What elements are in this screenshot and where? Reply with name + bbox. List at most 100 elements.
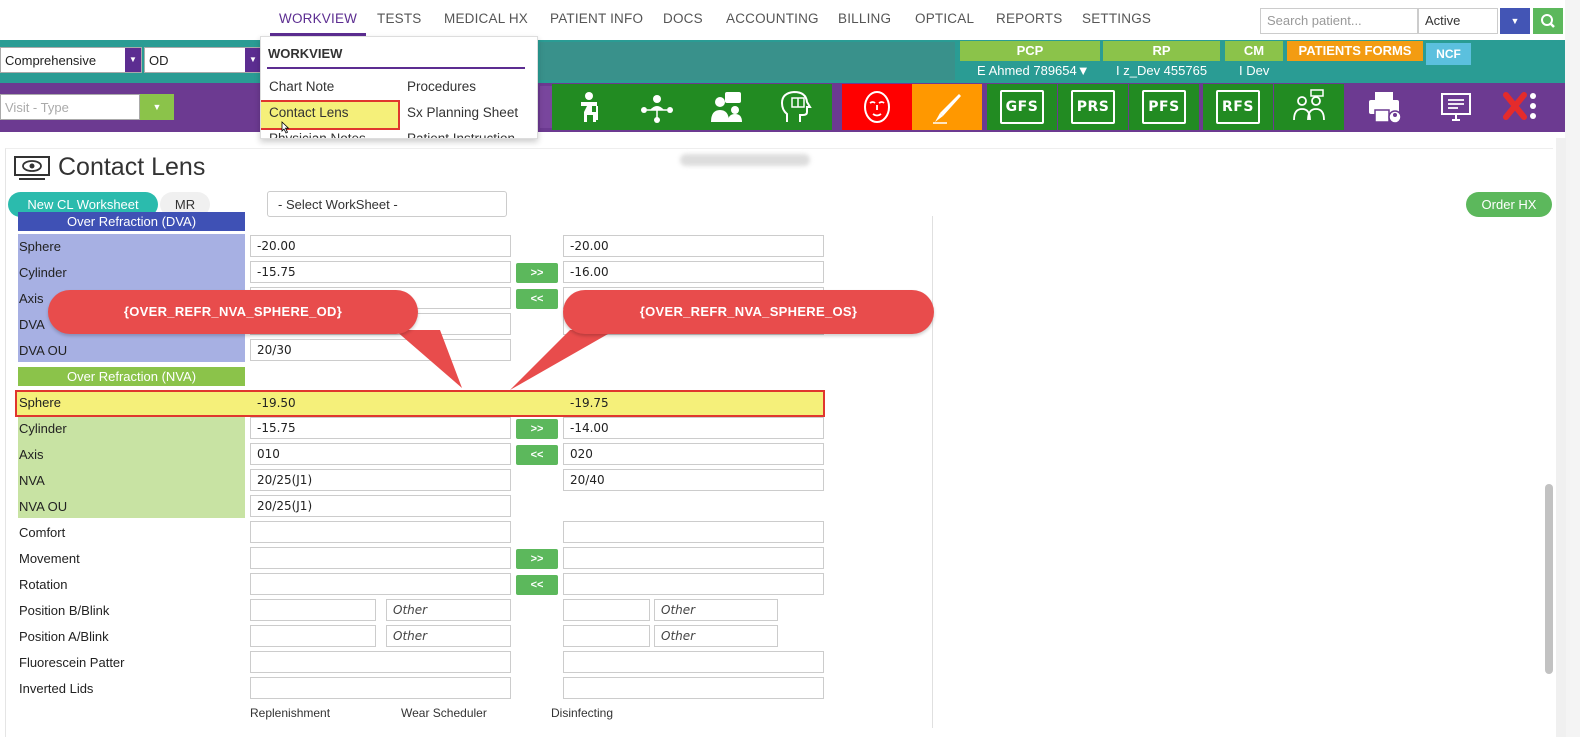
search-button[interactable] (1533, 8, 1563, 34)
nva-sphere-od-field[interactable]: -19.50 (250, 392, 511, 414)
position-a-blink-od-other[interactable]: Other (386, 625, 511, 647)
content-scrollbar-track[interactable] (1556, 138, 1566, 737)
prs-icon[interactable]: PRS (1058, 84, 1128, 130)
nva-ou-field[interactable]: 20/25(J1) (250, 495, 511, 517)
copy-left-button[interactable]: << (516, 289, 558, 309)
close-menu-icon[interactable] (1490, 84, 1550, 130)
order-hx-button[interactable]: Order HX (1466, 192, 1552, 217)
nav-optical[interactable]: OPTICAL (915, 11, 974, 26)
nav-medical-hx[interactable]: MEDICAL HX (444, 11, 528, 26)
rotation-os-field[interactable] (563, 573, 824, 595)
dropdown-divider (267, 67, 525, 69)
gfs-icon[interactable]: GFS (987, 84, 1057, 130)
nva-axis-od-field[interactable]: 010 (250, 443, 511, 465)
pcp-value[interactable]: E Ahmed 789654▼ (977, 63, 1090, 78)
network-person-icon[interactable] (622, 84, 692, 130)
movement-od-field[interactable] (250, 547, 511, 569)
nav-accounting[interactable]: ACCOUNTING (726, 11, 819, 26)
nva-nva-label: NVA (19, 473, 45, 488)
nva-cylinder-os-field[interactable]: -14.00 (563, 417, 824, 439)
nav-reports[interactable]: REPORTS (996, 11, 1062, 26)
head-book-icon[interactable] (762, 84, 832, 130)
patient-walker-icon[interactable] (552, 84, 622, 130)
comfort-os-field[interactable] (563, 521, 824, 543)
eye-value: OD (149, 53, 169, 68)
position-b-blink-os-field[interactable] (563, 599, 650, 621)
copy-right-button[interactable]: >> (516, 549, 558, 569)
nva-cylinder-od-field[interactable]: -15.75 (250, 417, 511, 439)
dva-cylinder-label: Cylinder (19, 265, 67, 280)
copy-right-button[interactable]: >> (516, 419, 558, 439)
nav-billing[interactable]: BILLING (838, 11, 891, 26)
nav-docs[interactable]: DOCS (663, 11, 703, 26)
rfs-icon[interactable]: RFS (1203, 84, 1273, 130)
fluorescein-os-field[interactable] (563, 651, 824, 673)
comfort-od-field[interactable] (250, 521, 511, 543)
nva-axis-os-field[interactable]: 020 (563, 443, 824, 465)
gfs-label: GFS (999, 90, 1045, 124)
menu-item-patient-instruction[interactable]: Patient Instruction (407, 131, 515, 138)
page-title: Contact Lens (58, 153, 206, 181)
fluorescein-od-field[interactable] (250, 651, 511, 673)
pfs-icon[interactable]: PFS (1129, 84, 1199, 130)
worksheet-select[interactable]: - Select WorkSheet - (267, 191, 507, 217)
position-b-blink-os-other[interactable]: Other (654, 599, 778, 621)
window-scrollbar[interactable] (1565, 0, 1580, 737)
nav-workview[interactable]: WORKVIEW (279, 11, 357, 26)
inverted-lids-os-field[interactable] (563, 677, 824, 699)
content-scrollbar-thumb[interactable] (1545, 484, 1553, 674)
copy-left-button[interactable]: << (516, 575, 558, 595)
position-a-blink-os-field[interactable] (563, 625, 650, 647)
menu-item-procedures[interactable]: Procedures (407, 79, 476, 94)
chevron-down-icon[interactable]: ▼ (1500, 8, 1530, 34)
ncf-button[interactable]: NCF (1426, 43, 1471, 65)
nva-nva-od-field[interactable]: 20/25(J1) (250, 469, 511, 491)
position-a-blink-os-other[interactable]: Other (654, 625, 778, 647)
movement-label: Movement (19, 551, 80, 566)
movement-os-field[interactable] (563, 547, 824, 569)
fluorescein-label: Fluorescein Patter (19, 655, 125, 670)
status-select[interactable]: Active (1418, 8, 1498, 34)
exam-type-value: Comprehensive (5, 53, 97, 68)
eye-select[interactable]: OD ▼ (144, 47, 262, 73)
chevron-down-icon: ▼ (125, 48, 141, 72)
nva-nva-os-field[interactable]: 20/40 (563, 469, 824, 491)
nav-settings[interactable]: SETTINGS (1082, 11, 1151, 26)
copy-left-button[interactable]: << (516, 445, 558, 465)
rotation-od-field[interactable] (250, 573, 511, 595)
printer-user-icon[interactable] (1350, 84, 1420, 130)
position-b-blink-od-field[interactable] (250, 599, 376, 621)
nav-tests[interactable]: TESTS (377, 11, 422, 26)
top-nav: WORKVIEW TESTS MEDICAL HX PATIENT INFO D… (0, 0, 1580, 40)
column-divider (932, 216, 933, 728)
position-b-blink-label: Position B/Blink (19, 603, 110, 618)
monitor-document-icon[interactable] (1421, 84, 1491, 130)
menu-item-sx-planning-sheet[interactable]: Sx Planning Sheet (407, 105, 518, 120)
menu-item-chart-note[interactable]: Chart Note (269, 79, 334, 94)
dva-cylinder-os-field[interactable]: -16.00 (563, 261, 824, 283)
dva-sphere-od-field[interactable]: -20.00 (250, 235, 511, 257)
chevron-down-icon[interactable]: ▼ (140, 94, 174, 120)
consult-chat-icon[interactable] (692, 84, 762, 130)
position-a-blink-od-field[interactable] (250, 625, 376, 647)
face-icon[interactable] (842, 84, 912, 130)
dva-axis-label: Axis (19, 291, 44, 306)
inverted-lids-od-field[interactable] (250, 677, 511, 699)
scalpel-icon[interactable] (912, 84, 982, 130)
nva-sphere-os-field[interactable]: -19.75 (563, 392, 824, 414)
doctor-patient-icon[interactable] (1274, 84, 1344, 130)
copy-right-button[interactable]: >> (516, 263, 558, 283)
rfs-label: RFS (1216, 90, 1260, 124)
visit-type-select[interactable]: Visit - Type (0, 94, 140, 120)
patients-forms-button[interactable]: PATIENTS FORMS (1287, 41, 1423, 61)
rp-value: I z_Dev 455765 (1116, 63, 1208, 78)
dva-ou-field[interactable]: 20/30 (250, 339, 511, 361)
dva-section-header: Over Refraction (DVA) (18, 212, 245, 231)
dva-sphere-os-field[interactable]: -20.00 (563, 235, 824, 257)
search-patient-input[interactable]: Search patient... (1260, 8, 1418, 34)
nav-patient-info[interactable]: PATIENT INFO (550, 11, 643, 26)
position-b-blink-od-other[interactable]: Other (386, 599, 511, 621)
exam-type-select[interactable]: Comprehensive ▼ (0, 47, 142, 73)
menu-item-contact-lens[interactable]: Contact Lens (269, 105, 349, 120)
dva-cylinder-od-field[interactable]: -15.75 (250, 261, 511, 283)
